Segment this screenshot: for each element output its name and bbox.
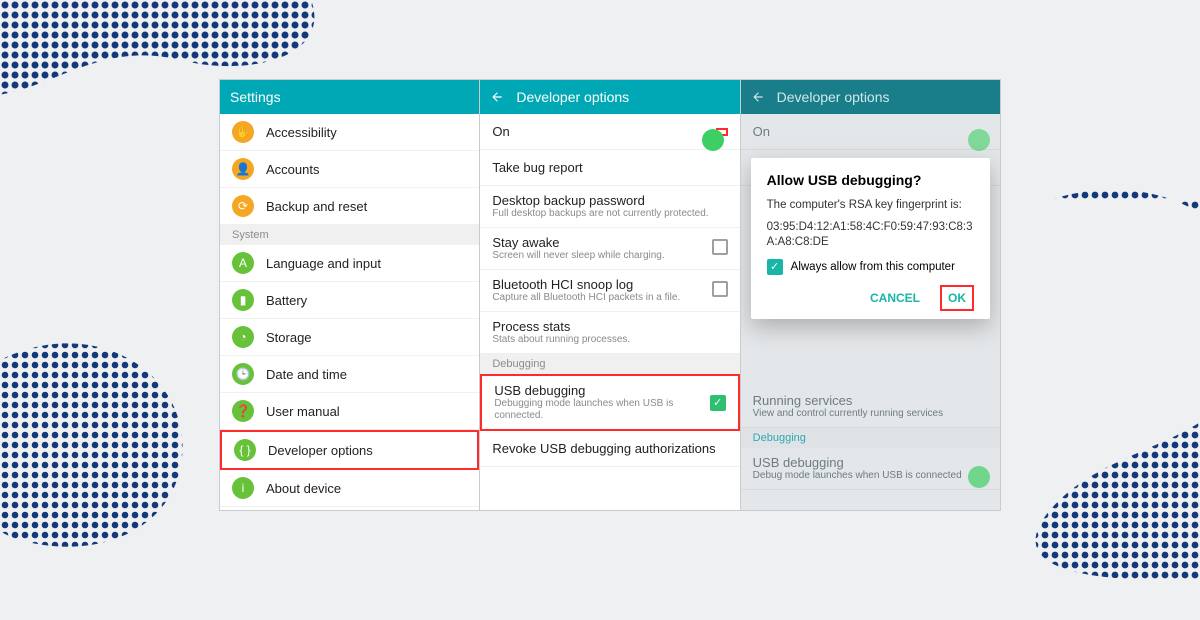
- battery-icon: ▮: [232, 289, 254, 311]
- dev-options-list: On Take bug report Desktop backup passwo…: [480, 114, 739, 510]
- row-running-services: Running services View and control curren…: [741, 386, 1000, 428]
- manual-icon: ❓: [232, 400, 254, 422]
- dev-options-master-toggle-row[interactable]: On: [480, 114, 739, 150]
- decorative-halftone-bottom-left: [0, 320, 240, 620]
- sidebar-item-battery[interactable]: ▮ Battery: [220, 282, 479, 319]
- about-icon: i: [232, 477, 254, 499]
- appbar-title: Developer options: [777, 89, 890, 105]
- panel-settings: Settings ✋ Accessibility 👤 Accounts ⟳ Ba…: [220, 80, 480, 510]
- dev-options-master-toggle-row: On: [741, 114, 1000, 150]
- sidebar-item-user-manual[interactable]: ❓ User manual: [220, 393, 479, 430]
- dialog-fingerprint: 03:95:D4:12:A1:58:4C:F0:59:47:93:C8:3A:A…: [767, 220, 974, 251]
- dialog-title: Allow USB debugging?: [767, 172, 974, 188]
- accessibility-icon: ✋: [232, 121, 254, 143]
- dialog-actions: CANCEL OK: [767, 285, 974, 311]
- stay-awake-checkbox[interactable]: [712, 239, 728, 255]
- row-bluetooth-hci-snoop[interactable]: Bluetooth HCI snoop log Capture all Blue…: [480, 270, 739, 312]
- language-icon: A: [232, 252, 254, 274]
- appbar-developer-options: Developer options: [480, 80, 739, 114]
- sidebar-item-date-time[interactable]: 🕒 Date and time: [220, 356, 479, 393]
- accounts-icon: 👤: [232, 158, 254, 180]
- row-usb-debugging[interactable]: USB debugging Debugging mode launches wh…: [480, 374, 739, 431]
- cancel-button[interactable]: CANCEL: [864, 285, 926, 311]
- section-header-debugging: Debugging: [741, 428, 1000, 448]
- row-revoke-usb-auth[interactable]: Revoke USB debugging authorizations: [480, 431, 739, 467]
- back-icon[interactable]: [490, 90, 504, 104]
- ok-button[interactable]: OK: [940, 285, 974, 311]
- sidebar-item-backup-reset[interactable]: ⟳ Backup and reset: [220, 188, 479, 225]
- panel-usb-debugging-dialog: Developer options On Take bug report Run…: [741, 80, 1000, 510]
- row-desktop-backup-password[interactable]: Desktop backup password Full desktop bac…: [480, 186, 739, 228]
- dialog-body-intro: The computer's RSA key fingerprint is:: [767, 198, 974, 214]
- bt-hci-checkbox[interactable]: [712, 281, 728, 297]
- settings-list: ✋ Accessibility 👤 Accounts ⟳ Backup and …: [220, 114, 479, 510]
- appbar-developer-options-dim: Developer options: [741, 80, 1000, 114]
- appbar-title: Settings: [230, 89, 281, 105]
- screenshot-triptych: Settings ✋ Accessibility 👤 Accounts ⟳ Ba…: [220, 80, 1000, 510]
- row-take-bug-report[interactable]: Take bug report: [480, 150, 739, 186]
- dialog-allow-usb-debugging: Allow USB debugging? The computer's RSA …: [751, 158, 990, 319]
- sidebar-item-developer-options[interactable]: { } Developer options: [220, 430, 479, 470]
- usb-debugging-checkbox[interactable]: ✓: [710, 395, 726, 411]
- appbar-title: Developer options: [516, 89, 629, 105]
- sidebar-item-language-input[interactable]: A Language and input: [220, 245, 479, 282]
- row-usb-debugging: USB debugging Debug mode launches when U…: [741, 448, 1000, 490]
- sidebar-item-accounts[interactable]: 👤 Accounts: [220, 151, 479, 188]
- sidebar-item-about-device[interactable]: i About device: [220, 470, 479, 507]
- back-icon[interactable]: [751, 90, 765, 104]
- section-header-system: System: [220, 225, 479, 245]
- highlight-toggle: [716, 128, 728, 136]
- section-header-debugging: Debugging: [480, 354, 739, 374]
- sidebar-item-accessibility[interactable]: ✋ Accessibility: [220, 114, 479, 151]
- always-allow-label: Always allow from this computer: [791, 261, 955, 273]
- always-allow-row[interactable]: ✓ Always allow from this computer: [767, 259, 974, 275]
- datetime-icon: 🕒: [232, 363, 254, 385]
- panel-developer-options: Developer options On Take bug report Des…: [480, 80, 740, 510]
- developer-icon: { }: [234, 439, 256, 461]
- row-process-stats[interactable]: Process stats Stats about running proces…: [480, 312, 739, 354]
- always-allow-checkbox[interactable]: ✓: [767, 259, 783, 275]
- appbar-settings: Settings: [220, 80, 479, 114]
- backup-icon: ⟳: [232, 195, 254, 217]
- sidebar-item-storage[interactable]: ◔ Storage: [220, 319, 479, 356]
- row-stay-awake[interactable]: Stay awake Screen will never sleep while…: [480, 228, 739, 270]
- storage-icon: ◔: [232, 326, 254, 348]
